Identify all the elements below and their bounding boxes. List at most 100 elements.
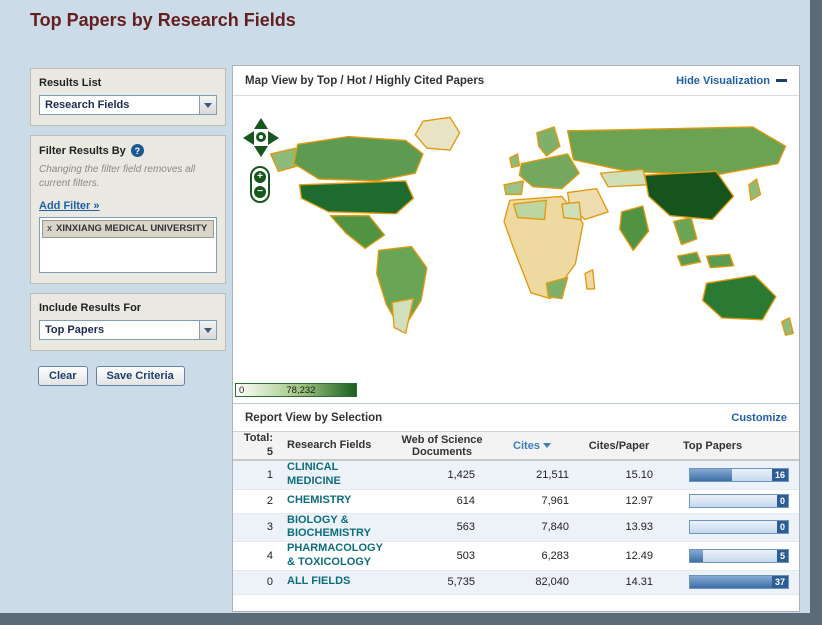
criteria-buttons: Clear Save Criteria bbox=[30, 360, 226, 392]
top-papers-bar: 37 bbox=[689, 575, 789, 589]
pan-up-icon[interactable] bbox=[254, 118, 268, 129]
cites-per-paper-cell: 12.49 bbox=[625, 549, 653, 562]
cites-cell: 21,511 bbox=[536, 468, 569, 481]
map-region bbox=[414, 116, 461, 151]
map-view-title: Map View by Top / Hot / Highly Cited Pap… bbox=[245, 74, 485, 87]
column-header-documents: Web of Science Documents bbox=[401, 433, 483, 458]
top-papers-value: 16 bbox=[771, 468, 788, 481]
page-background: Top Papers by Research Fields Results Li… bbox=[0, 0, 810, 613]
map-region bbox=[518, 153, 580, 190]
zoom-out-button[interactable]: − bbox=[254, 186, 266, 198]
rank-cell: 3 bbox=[266, 521, 273, 534]
results-list-label: Results List bbox=[39, 77, 102, 89]
pan-down-icon[interactable] bbox=[254, 146, 268, 157]
map-region bbox=[512, 199, 548, 221]
field-link[interactable]: BIOLOGY & BIOCHEMISTRY bbox=[287, 514, 371, 540]
table-row: 0 ALL FIELDS 5,735 82,040 14.31 37 bbox=[233, 570, 799, 595]
field-link[interactable]: CLINICAL MEDICINE bbox=[287, 461, 341, 487]
cites-cell: 82,040 bbox=[535, 576, 569, 588]
rank-cell: 1 bbox=[266, 468, 273, 481]
collapse-icon bbox=[776, 79, 787, 82]
top-papers-bar: 5 bbox=[689, 548, 789, 563]
map-region bbox=[566, 126, 787, 176]
help-icon[interactable]: ? bbox=[130, 144, 144, 157]
table-row: 1 CLINICAL MEDICINE 1,425 21,511 15.10 1… bbox=[233, 461, 799, 490]
pan-left-icon[interactable] bbox=[243, 131, 254, 145]
include-results-select[interactable]: Top Papers bbox=[39, 320, 217, 340]
add-filter-link[interactable]: Add Filter » bbox=[39, 200, 100, 212]
map-region bbox=[509, 153, 521, 169]
map-region bbox=[673, 216, 698, 246]
dropdown-arrow-icon[interactable] bbox=[199, 96, 216, 114]
zoom-in-button[interactable]: + bbox=[254, 171, 266, 183]
column-header-cites-per-paper: Cites/Paper bbox=[588, 439, 650, 452]
map-legend: 0 78,232 bbox=[235, 383, 357, 397]
active-filters-listbox[interactable]: x XINXIANG MEDICAL UNIVERSITY bbox=[39, 217, 217, 273]
table-row: 3 BIOLOGY & BIOCHEMISTRY 563 7,840 13.93… bbox=[233, 513, 799, 542]
table-header-row: Total: 5 Research Fields Web of Science … bbox=[233, 431, 799, 461]
active-filter-name: XINXIANG MEDICAL UNIVERSITY bbox=[56, 223, 208, 234]
map-region bbox=[584, 269, 596, 290]
table-row: 2 CHEMISTRY 614 7,961 12.97 0 bbox=[233, 490, 799, 514]
rank-cell: 4 bbox=[266, 549, 273, 562]
map-region bbox=[701, 274, 777, 321]
column-header-top-papers: Top Papers bbox=[683, 439, 743, 452]
active-filter-item[interactable]: x XINXIANG MEDICAL UNIVERSITY bbox=[42, 220, 214, 238]
map-region bbox=[391, 297, 415, 334]
report-view-title: Report View by Selection bbox=[245, 411, 383, 424]
column-header-fields: Research Fields bbox=[287, 438, 372, 451]
include-results-selected-value: Top Papers bbox=[45, 324, 105, 336]
map-region bbox=[748, 178, 762, 201]
map-pan-control[interactable] bbox=[243, 118, 279, 158]
include-results-label: Include Results For bbox=[39, 302, 142, 314]
map-region bbox=[298, 180, 415, 215]
world-map-container: + − 0 78,232 bbox=[233, 96, 799, 403]
cites-per-paper-cell: 15.10 bbox=[625, 468, 653, 481]
rank-cell: 0 bbox=[266, 576, 273, 588]
hide-visualization-link[interactable]: Hide Visualization bbox=[676, 75, 787, 87]
legend-max-label: 78,232 bbox=[286, 385, 316, 396]
field-link[interactable]: PHARMACOLOGY & TOXICOLOGY bbox=[287, 542, 383, 568]
top-papers-bar: 0 bbox=[689, 520, 789, 535]
field-link[interactable]: CHEMISTRY bbox=[287, 494, 351, 506]
world-map[interactable] bbox=[261, 100, 801, 368]
total-value: 5 bbox=[266, 445, 273, 458]
remove-filter-icon[interactable]: x bbox=[47, 223, 52, 234]
map-region bbox=[536, 126, 561, 157]
map-panel-header: Map View by Top / Hot / Highly Cited Pap… bbox=[233, 66, 799, 96]
docs-cell: 1,425 bbox=[447, 468, 475, 481]
docs-cell: 5,735 bbox=[447, 576, 475, 588]
cites-per-paper-cell: 14.31 bbox=[625, 576, 653, 588]
results-list-selected-value: Research Fields bbox=[45, 99, 130, 111]
save-criteria-button[interactable]: Save Criteria bbox=[95, 366, 185, 386]
results-list-panel: Results List Research Fields bbox=[30, 68, 226, 126]
filter-panel: Filter Results By ? Changing the filter … bbox=[30, 135, 226, 284]
legend-min-label: 0 bbox=[239, 385, 245, 396]
top-papers-value: 37 bbox=[771, 576, 788, 588]
rank-cell: 2 bbox=[266, 495, 273, 507]
map-region bbox=[705, 253, 735, 269]
docs-cell: 563 bbox=[456, 521, 475, 534]
field-link[interactable]: ALL FIELDS bbox=[287, 575, 350, 587]
pan-center-icon[interactable] bbox=[256, 132, 266, 142]
top-papers-bar: 16 bbox=[689, 467, 789, 482]
customize-link[interactable]: Customize bbox=[731, 412, 787, 424]
dropdown-arrow-icon[interactable] bbox=[199, 321, 216, 339]
docs-cell: 614 bbox=[456, 495, 475, 507]
map-region bbox=[619, 205, 650, 252]
map-region bbox=[293, 135, 424, 182]
clear-button[interactable]: Clear bbox=[38, 366, 88, 386]
map-region bbox=[561, 201, 582, 221]
docs-cell: 503 bbox=[456, 549, 475, 562]
map-zoom-control[interactable]: + − bbox=[250, 166, 270, 203]
results-table: Total: 5 Research Fields Web of Science … bbox=[233, 431, 799, 595]
pan-right-icon[interactable] bbox=[268, 131, 279, 145]
map-region bbox=[644, 170, 735, 221]
main-panel: Map View by Top / Hot / Highly Cited Pap… bbox=[232, 65, 800, 612]
results-list-select[interactable]: Research Fields bbox=[39, 95, 217, 115]
sidebar: Results List Research Fields Filter Resu… bbox=[30, 68, 226, 392]
top-papers-value: 0 bbox=[776, 521, 788, 534]
column-header-cites-sort[interactable]: Cites bbox=[513, 440, 551, 452]
filter-note: Changing the filter field removes all cu… bbox=[39, 164, 196, 189]
map-region bbox=[676, 251, 702, 267]
